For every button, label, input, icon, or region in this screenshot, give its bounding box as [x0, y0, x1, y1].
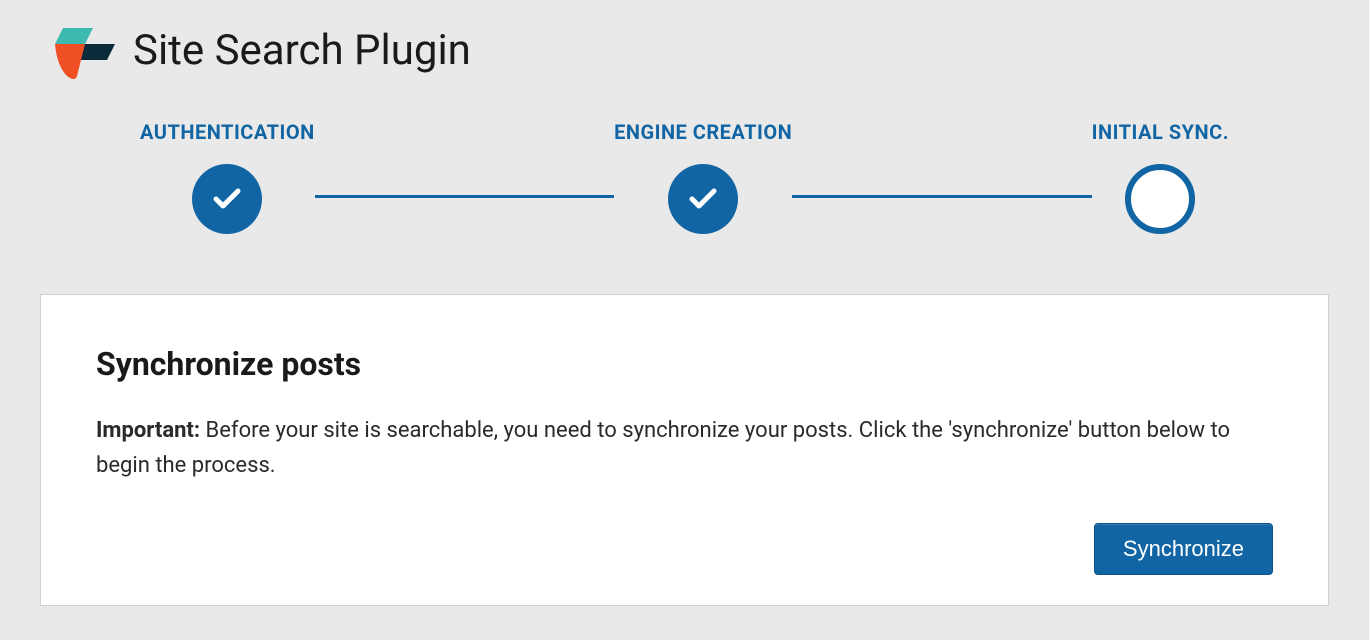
card-title: Synchronize posts: [96, 345, 1273, 383]
check-icon: [213, 188, 241, 210]
check-icon: [689, 188, 717, 210]
progress-connector: [792, 195, 1091, 198]
setup-progress: AUTHENTICATION ENGINE CREATION INITIAL S…: [40, 120, 1329, 234]
page-title: Site Search Plugin: [133, 26, 471, 75]
card-actions: Synchronize: [96, 523, 1273, 575]
step-label: INITIAL SYNC.: [1092, 120, 1229, 144]
step-circle-completed: [192, 164, 262, 234]
card-body-text: Before your site is searchable, you need…: [96, 418, 1230, 478]
step-label: ENGINE CREATION: [614, 120, 792, 144]
synchronize-button[interactable]: Synchronize: [1094, 523, 1273, 575]
card-body: Important: Before your site is searchabl…: [96, 413, 1273, 483]
step-engine-creation: ENGINE CREATION: [614, 120, 792, 234]
sync-card: Synchronize posts Important: Before your…: [40, 294, 1329, 606]
step-label: AUTHENTICATION: [140, 120, 315, 144]
progress-connector: [315, 195, 614, 198]
step-circle-completed: [668, 164, 738, 234]
step-authentication: AUTHENTICATION: [140, 120, 315, 234]
step-circle-current: [1125, 164, 1195, 234]
important-label: Important:: [96, 418, 200, 443]
page-header: Site Search Plugin: [40, 20, 1329, 80]
plugin-logo-icon: [55, 20, 115, 80]
step-initial-sync: INITIAL SYNC.: [1092, 120, 1229, 234]
